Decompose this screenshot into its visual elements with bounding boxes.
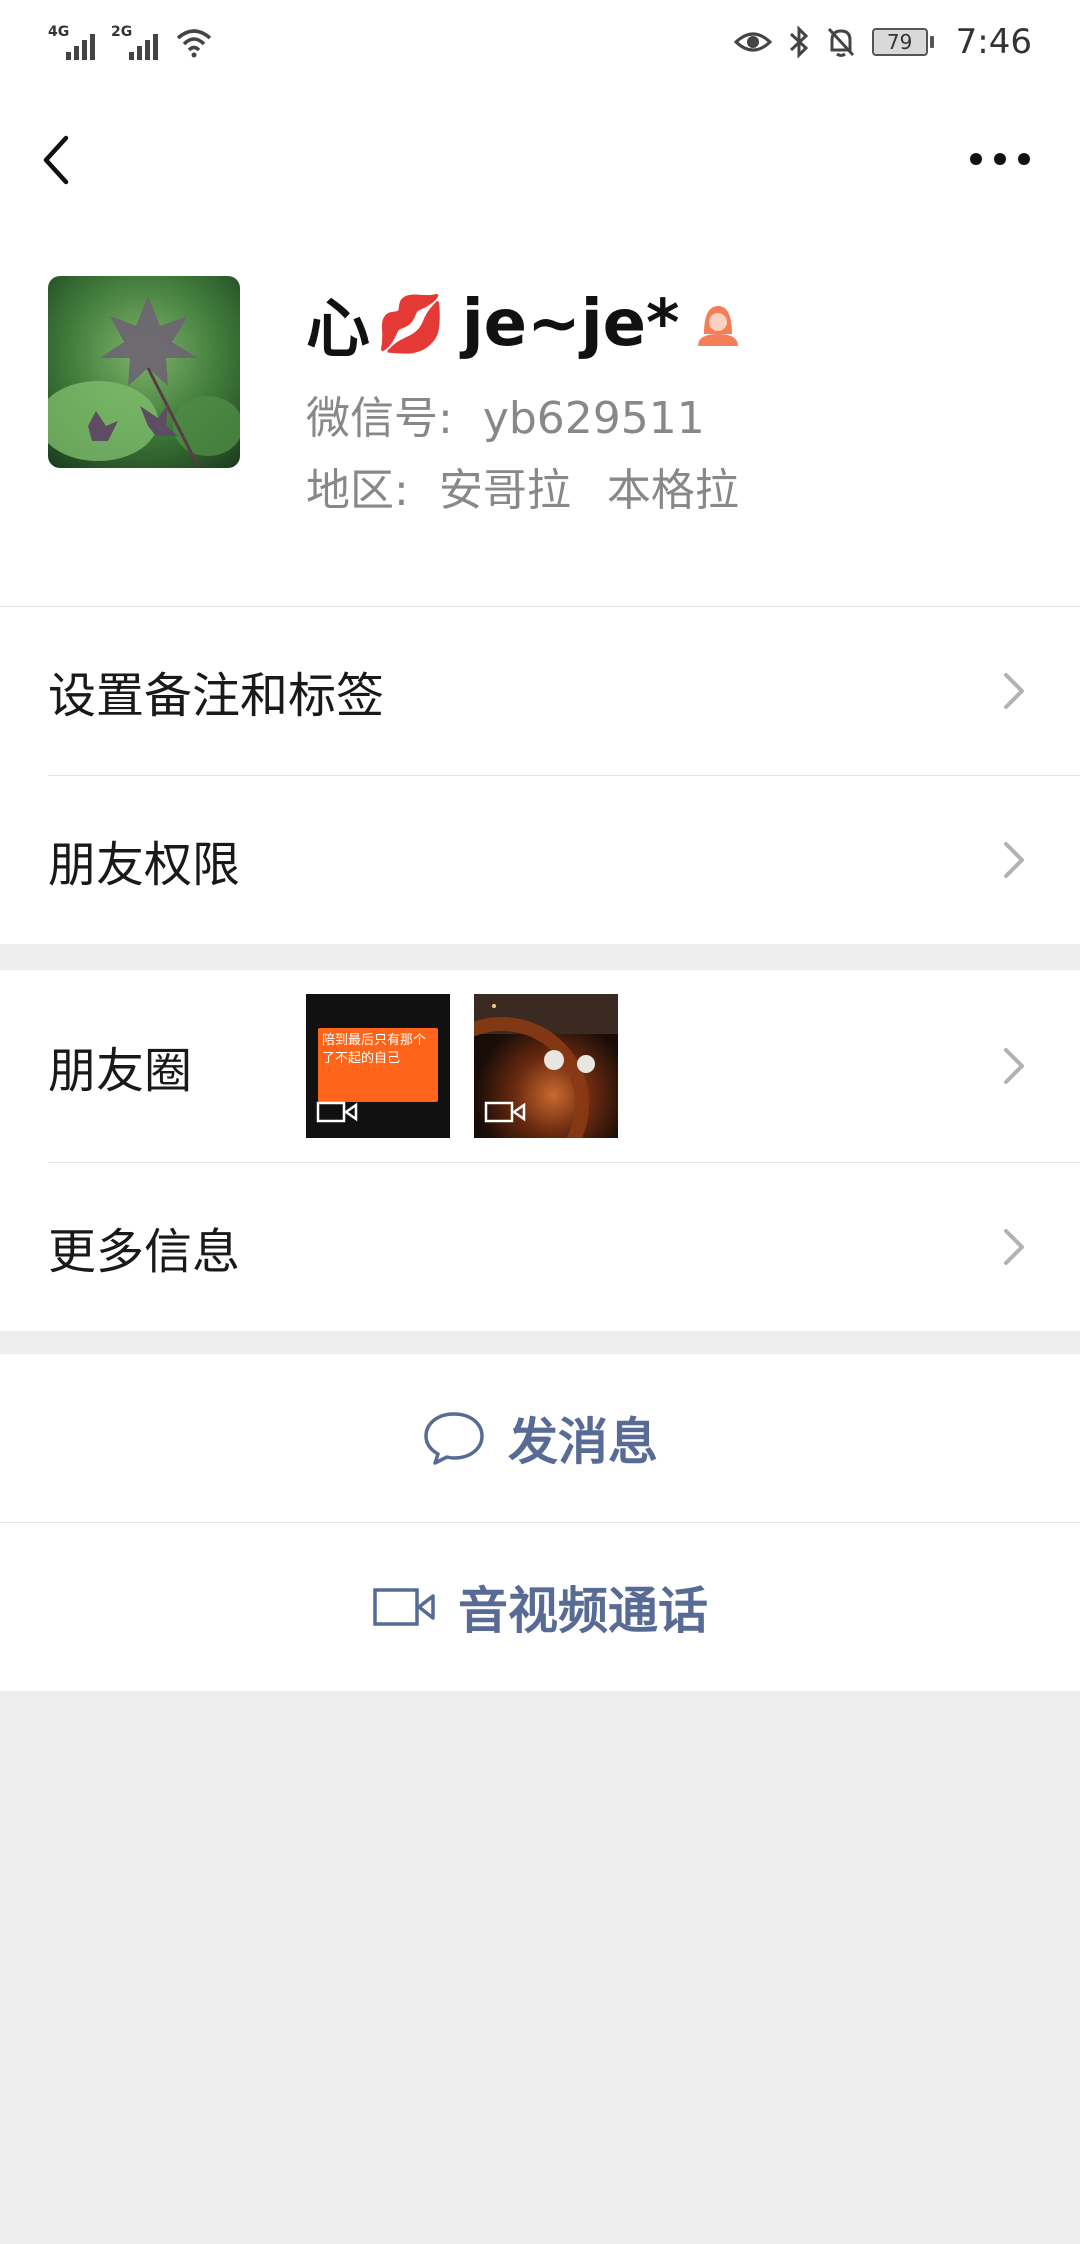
more-dots-icon	[970, 153, 1030, 165]
moments-row[interactable]: 朋友圈 陪到最后只有那个了不起的自己	[0, 970, 1080, 1162]
thumbnail-caption: 陪到最后只有那个了不起的自己	[322, 1033, 427, 1066]
moments-thumbnails: 陪到最后只有那个了不起的自己	[306, 994, 618, 1138]
contact-profile-page: 4G 2G 79 7:46 心 💋 je~je* 微信号: yb629511 地…	[0, 0, 1080, 2244]
moments-thumbnail[interactable]: 陪到最后只有那个了不起的自己	[306, 994, 450, 1138]
more-info-label: 更多信息	[48, 1224, 241, 1280]
nickname-emoji: 💋	[376, 292, 446, 357]
video-icon	[484, 1101, 526, 1123]
avatar[interactable]	[48, 276, 240, 468]
battery-level: 79	[871, 28, 928, 56]
chevron-left-icon	[43, 135, 69, 185]
region-country: 安哥拉	[438, 465, 571, 516]
video-camera-icon	[373, 1588, 435, 1626]
chat-bubble-icon	[424, 1412, 484, 1465]
nickname-suffix: je~je*	[461, 287, 680, 361]
av-call-button[interactable]: 音视频通话	[0, 1523, 1080, 1691]
info-group: 朋友圈 陪到最后只有那个了不起的自己 更多信息	[0, 970, 1080, 1331]
signal-bars-icon	[66, 34, 95, 60]
action-group: 发消息 音视频通话	[0, 1354, 1080, 1691]
eye-icon	[733, 32, 772, 52]
wechat-id-label: 微信号:	[306, 393, 453, 444]
clock: 7:46	[955, 22, 1032, 62]
sim1-network-type: 4G	[48, 24, 70, 40]
send-message-label: 发消息	[508, 1413, 658, 1471]
more-options-button[interactable]	[960, 134, 1040, 184]
wechat-id-value: yb629511	[482, 393, 705, 444]
back-button[interactable]	[30, 124, 90, 196]
moments-label: 朋友圈	[48, 1043, 193, 1099]
send-message-button[interactable]: 发消息	[0, 1354, 1080, 1522]
friend-permissions-label: 朋友权限	[48, 837, 241, 893]
signal-bars-icon	[129, 34, 158, 60]
profile-header: 心 💋 je~je* 微信号: yb629511 地区: 安哥拉 本格拉	[0, 232, 1080, 606]
wechat-id-line: 微信号: yb629511	[306, 382, 705, 446]
settings-group: 设置备注和标签 朋友权限	[0, 606, 1080, 944]
more-info-row[interactable]: 更多信息	[0, 1163, 1080, 1331]
region-city: 本格拉	[606, 465, 739, 516]
nav-bar	[0, 84, 1080, 232]
region-label: 地区:	[306, 465, 409, 516]
remarks-tags-row[interactable]: 设置备注和标签	[0, 607, 1080, 775]
battery-icon: 79	[871, 28, 934, 56]
status-right: 79 7:46	[733, 22, 1032, 62]
remarks-tags-label: 设置备注和标签	[48, 668, 385, 724]
mute-bell-icon	[827, 27, 854, 57]
region-line: 地区: 安哥拉 本格拉	[306, 454, 739, 518]
chevron-right-icon	[1004, 1229, 1024, 1265]
status-left: 4G 2G	[48, 24, 214, 60]
chevron-right-icon	[1004, 1048, 1024, 1084]
female-icon	[697, 306, 738, 346]
friend-permissions-row[interactable]: 朋友权限	[0, 776, 1080, 944]
wifi-icon	[176, 29, 212, 58]
sim2-signal: 2G	[111, 24, 158, 60]
bluetooth-icon	[789, 25, 808, 59]
av-call-label: 音视频通话	[458, 1582, 708, 1640]
moments-thumbnail[interactable]	[474, 994, 618, 1138]
avatar-image	[48, 276, 240, 468]
status-bar: 4G 2G 79 7:46	[0, 0, 1080, 84]
chevron-right-icon	[1004, 842, 1024, 878]
nickname-row: 心 💋 je~je*	[306, 284, 742, 367]
video-icon	[316, 1101, 358, 1123]
nickname-prefix: 心	[306, 293, 370, 367]
sim1-signal: 4G	[48, 24, 95, 60]
sim2-network-type: 2G	[111, 24, 133, 40]
chevron-right-icon	[1004, 673, 1024, 709]
